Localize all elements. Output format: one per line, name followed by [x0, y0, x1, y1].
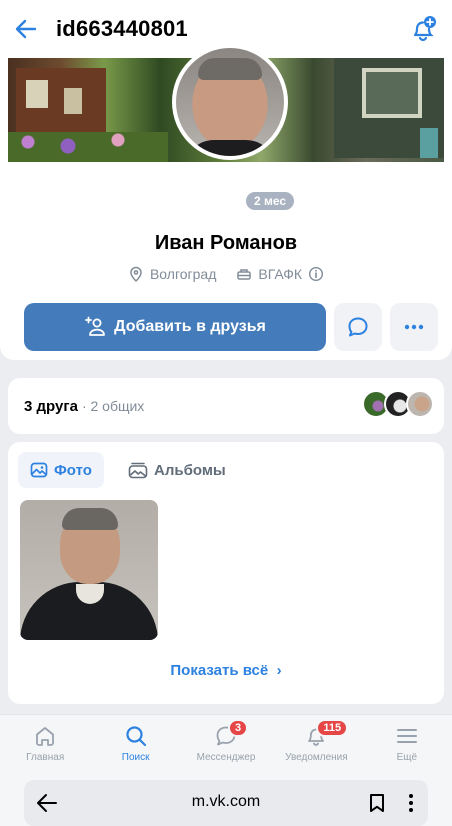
search-icon [123, 723, 149, 749]
more-button[interactable] [390, 303, 438, 351]
unread-badge: 3 [228, 719, 249, 737]
nav-item-search[interactable]: Поиск [90, 715, 180, 774]
profile-name: Иван Романов [154, 232, 298, 254]
chevron-right-icon: › [272, 662, 282, 679]
nav-item-notifications[interactable]: 115 Уведомления [271, 715, 361, 774]
add-friend-button[interactable]: Добавить в друзья [24, 303, 326, 351]
education-icon [236, 266, 252, 282]
menu-icon [394, 723, 420, 749]
nav-item-more[interactable]: Ещё [362, 715, 452, 774]
friend-avatars[interactable] [362, 390, 438, 420]
show-all-label: Показать всё [170, 662, 269, 679]
nav-label: Главная [26, 752, 65, 763]
nav-label: Поиск [121, 752, 150, 763]
avatar[interactable] [172, 44, 288, 160]
home-icon [32, 723, 58, 749]
notifications-button[interactable] [408, 14, 438, 44]
message-button[interactable] [334, 303, 382, 351]
friends-count: 3 друга [24, 397, 78, 415]
profile-meta: Волгоград ВГАФК [0, 266, 452, 282]
bell-plus-icon [413, 16, 436, 42]
last-seen-badge: 2 мес [244, 190, 297, 212]
kebab-menu-icon[interactable] [408, 792, 414, 819]
bookmark-icon[interactable] [368, 793, 386, 818]
bottom-nav: Главная Поиск 3 Мессенджер 115 Уведомлен… [0, 714, 452, 774]
tab-albums-label: Альбомы [154, 461, 226, 479]
nav-label: Уведомления [285, 752, 348, 763]
tab-photos-label: Фото [54, 461, 92, 479]
info-icon[interactable] [308, 266, 324, 282]
nav-label: Ещё [396, 752, 418, 763]
friend-avatar [406, 390, 434, 418]
back-button[interactable] [0, 0, 52, 58]
photos-card: Фото Альбомы Показать всё › [8, 442, 444, 704]
add-friend-label: Добавить в друзья [114, 318, 266, 335]
nav-label: Мессенджер [196, 752, 256, 763]
page-title: id663440801 [56, 16, 188, 41]
add-user-icon [85, 316, 106, 336]
albums-icon [128, 462, 148, 479]
common-friends: · 2 общих [81, 398, 145, 414]
notifications-badge: 115 [316, 719, 349, 737]
arrow-left-icon [15, 19, 37, 39]
photo-thumbnail[interactable] [20, 500, 158, 640]
nav-item-home[interactable]: Главная [0, 715, 90, 774]
show-all-link[interactable]: Показать всё › [8, 662, 444, 679]
photo-icon [30, 462, 48, 478]
address-bar[interactable]: m.vk.com [24, 780, 428, 826]
more-dots-icon [404, 324, 424, 330]
university-label: ВГАФК [258, 266, 303, 282]
tab-albums[interactable]: Альбомы [116, 452, 238, 488]
chat-bubble-icon [348, 317, 368, 337]
city-label: Волгоград [149, 266, 217, 282]
friends-card[interactable]: 3 друга · 2 общих [8, 378, 444, 434]
nav-item-messenger[interactable]: 3 Мессенджер [181, 715, 271, 774]
browser-bar: m.vk.com [0, 774, 452, 826]
tab-photos[interactable]: Фото [18, 452, 104, 488]
location-pin-icon [128, 266, 144, 282]
